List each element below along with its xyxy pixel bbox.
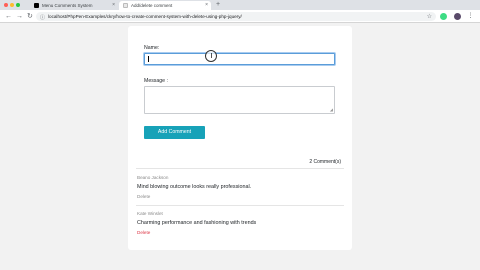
tab-menu-comments[interactable]: Menu Comments System × (30, 1, 118, 10)
address-bar[interactable]: ⓘ localhost/PhpPen-Examples/ckry/how-to-… (36, 12, 436, 21)
comment-text: Charming performance and fashioning with… (137, 220, 257, 226)
text-cursor-icon: I (210, 51, 213, 60)
mouse-cursor-icon: I (205, 50, 217, 62)
name-label: Name: (144, 45, 160, 51)
bookmark-star-icon[interactable]: ☆ (427, 13, 432, 20)
tab-title: Add/delete comment (131, 3, 173, 8)
text-caret (148, 56, 149, 62)
maximize-window-icon[interactable] (16, 3, 20, 7)
reload-icon[interactable]: ↻ (27, 12, 33, 21)
new-tab-icon[interactable]: + (216, 1, 220, 9)
url-text: localhost/PhpPen-Examples/ckry/how-to-cr… (48, 14, 242, 19)
comment-text: Mind blowing outcome looks really profes… (137, 184, 252, 190)
comment-author: Kate Winslet (137, 211, 163, 216)
extension-icon[interactable] (440, 13, 447, 20)
resize-handle-icon[interactable]: ◢ (330, 108, 333, 112)
name-field[interactable] (144, 53, 335, 65)
close-tab-icon[interactable]: × (205, 2, 208, 8)
divider (136, 168, 344, 169)
message-label: Message : (144, 78, 168, 84)
divider (136, 205, 344, 206)
message-field[interactable]: ◢ (144, 86, 335, 114)
comment-card: Name: Message : ◢ Add Comment 2 Comment(… (128, 26, 352, 250)
comment-author: Beano Jackson (137, 175, 169, 180)
profile-avatar[interactable] (454, 13, 461, 20)
close-window-icon[interactable] (4, 3, 8, 7)
tab-bar: Menu Comments System × Add/delete commen… (0, 0, 480, 10)
page-background: Name: Message : ◢ Add Comment 2 Comment(… (0, 23, 480, 270)
delete-link[interactable]: Delete (137, 230, 150, 235)
minimize-window-icon[interactable] (10, 3, 14, 7)
page-favicon-icon (123, 3, 128, 8)
add-comment-button[interactable]: Add Comment (144, 126, 205, 139)
browser-toolbar: ← → ↻ ⓘ localhost/PhpPen-Examples/ckry/h… (0, 10, 480, 23)
comment-count: 2 Comment(s) (309, 159, 341, 165)
tab-title: Menu Comments System (42, 3, 93, 8)
site-favicon-icon (34, 3, 39, 8)
delete-link[interactable]: Delete (137, 194, 150, 199)
tab-add-delete-comment[interactable]: Add/delete comment × (119, 1, 211, 10)
menu-dots-icon[interactable]: ⋮ (467, 13, 474, 20)
close-tab-icon[interactable]: × (112, 2, 115, 8)
back-icon[interactable]: ← (5, 12, 12, 21)
site-info-icon[interactable]: ⓘ (40, 14, 45, 21)
forward-icon[interactable]: → (16, 12, 23, 21)
